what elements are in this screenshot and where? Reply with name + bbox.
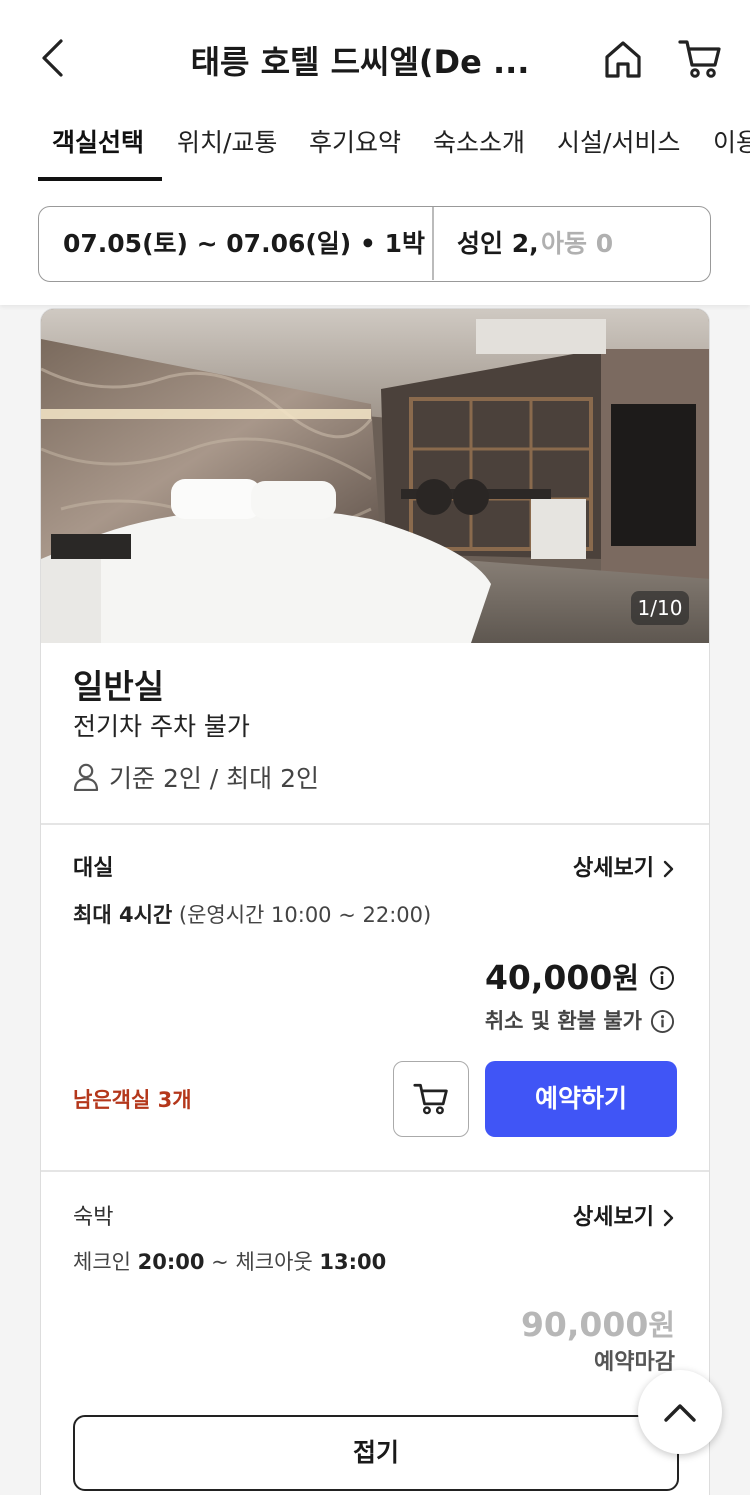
scroll-to-top-button[interactable] — [638, 1370, 722, 1454]
room-note: 전기차 주차 불가 — [73, 712, 250, 741]
reserve-button[interactable]: 예약하기 — [485, 1061, 677, 1137]
divider — [41, 1170, 709, 1172]
cart-icon — [413, 1083, 448, 1115]
refund-policy: 취소 및 환불 불가 — [485, 1003, 675, 1039]
top-bar: 태릉 호텔 드씨엘(De ... — [0, 0, 750, 120]
price-unit: 원 — [648, 1308, 675, 1342]
active-tab-indicator — [38, 177, 162, 181]
chevron-right-icon — [663, 1209, 674, 1227]
chevron-right-icon — [663, 860, 674, 878]
child-count[interactable]: 아동 0 — [541, 207, 613, 281]
stay-price: 90,000 원 — [521, 1302, 675, 1348]
booking-selector: 07.05(토) ~ 07.06(일) • 1박 성인 2, 아동 0 — [38, 206, 711, 282]
tab-usage[interactable]: 이용 — [713, 120, 750, 182]
add-to-cart-button[interactable] — [393, 1061, 469, 1137]
price-unit: 원 — [612, 961, 639, 995]
chevron-up-icon — [664, 1404, 696, 1422]
capacity-row: 기준 2인 / 최대 2인 — [73, 757, 319, 797]
time-separator: ~ — [204, 1250, 236, 1274]
rental-price: 40,000 원 — [485, 955, 675, 1001]
stay-times: 체크인 20:00 ~ 체크아웃 13:00 — [73, 1244, 386, 1280]
stay-title: 숙박 — [73, 1205, 114, 1230]
rental-detail-link[interactable]: 상세보기 — [573, 851, 674, 887]
rental-operating-hours: (운영시간 10:00 ~ 22:00) — [172, 903, 432, 927]
adult-count[interactable]: 성인 2, — [457, 207, 539, 281]
room-photo[interactable]: 1/10 — [41, 309, 709, 643]
room-name: 일반실 — [73, 667, 165, 706]
back-button[interactable] — [30, 36, 74, 80]
person-icon — [73, 763, 99, 791]
checkin-label: 체크인 — [73, 1250, 138, 1274]
stay-price-value: 90,000 — [520, 1305, 649, 1344]
info-icon[interactable] — [649, 965, 675, 991]
photo-counter: 1/10 — [631, 591, 689, 625]
divider — [41, 823, 709, 825]
divider — [432, 207, 434, 280]
date-range[interactable]: 07.05(토) ~ 07.06(일) • 1박 — [63, 207, 425, 281]
rental-price-value: 40,000 — [484, 958, 613, 997]
checkout-time: 13:00 — [319, 1250, 387, 1274]
tab-room-select[interactable]: 객실선택 — [52, 120, 144, 182]
tab-facilities[interactable]: 시설/서비스 — [557, 120, 680, 182]
rental-title: 대실 — [73, 856, 114, 881]
fold-button[interactable]: 접기 — [73, 1415, 679, 1491]
room-card: 1/10 일반실 전기차 주차 불가 기준 2인 / 최대 2인 대실 상세보기… — [40, 308, 710, 1495]
tab-review-summary[interactable]: 후기요약 — [309, 120, 401, 182]
checkin-time: 20:00 — [137, 1250, 205, 1274]
refund-policy-text: 취소 및 환불 불가 — [484, 1009, 642, 1033]
detail-label: 상세보기 — [573, 1205, 654, 1230]
info-icon[interactable] — [650, 1009, 675, 1034]
stay-detail-link[interactable]: 상세보기 — [573, 1200, 674, 1236]
home-icon — [605, 41, 641, 78]
checkout-label: 체크아웃 — [235, 1250, 320, 1274]
section-tabs: 객실선택 위치/교통 후기요약 숙소소개 시설/서비스 이용 — [0, 120, 750, 182]
app-header: 태릉 호텔 드씨엘(De ... 객실선택 위치/교통 후기요약 숙소소개 시설… — [0, 0, 750, 305]
cart-button[interactable] — [676, 36, 724, 82]
capacity-text: 기준 2인 / 최대 2인 — [109, 764, 320, 793]
room-photo-image — [41, 309, 709, 643]
cart-icon — [678, 40, 721, 78]
remaining-rooms: 남은객실 3개 — [73, 1088, 192, 1112]
detail-label: 상세보기 — [573, 856, 654, 881]
page-title: 태릉 호텔 드씨엘(De ... — [190, 43, 530, 81]
home-button[interactable] — [600, 36, 646, 82]
rental-hours: 최대 4시간 (운영시간 10:00 ~ 22:00) — [73, 897, 431, 933]
tab-introduction[interactable]: 숙소소개 — [433, 120, 525, 182]
tab-location[interactable]: 위치/교통 — [177, 120, 277, 182]
rental-max-hours: 최대 4시간 — [73, 903, 173, 927]
chevron-left-icon — [42, 39, 63, 77]
